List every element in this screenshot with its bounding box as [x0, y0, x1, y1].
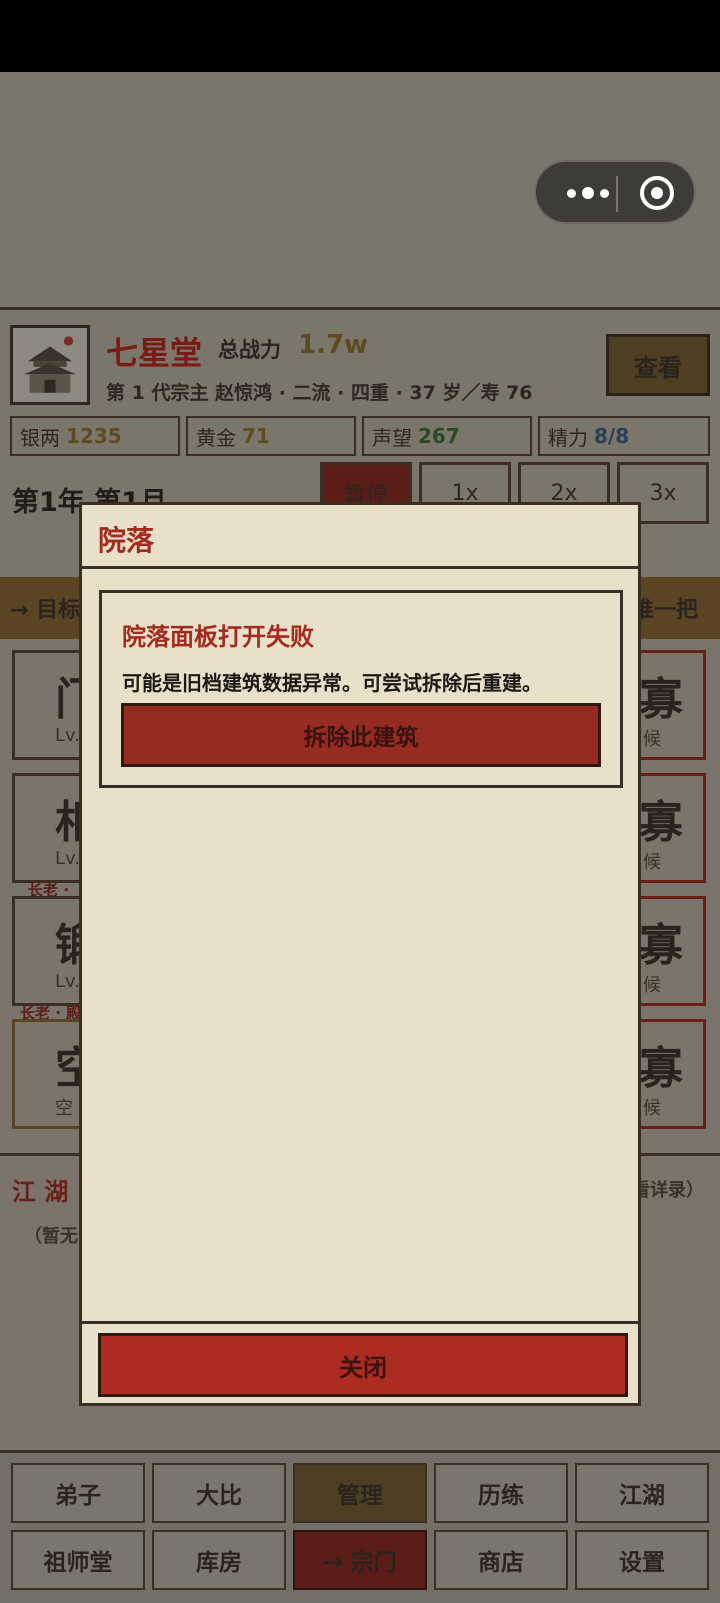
resource-gold: 黄金 71 [186, 416, 356, 456]
building-sub: 候 [643, 975, 661, 996]
error-message: 可能是旧档建筑数据异常。可尝试拆除后重建。 [122, 671, 542, 695]
leader-info: 第 1 代宗主 赵惊鸿 · 二流 · 四重 · 37 岁／寿 76 [106, 382, 533, 404]
building-level: 空 [55, 1098, 73, 1119]
sect-name: 七星堂 [106, 334, 203, 372]
nav-manage[interactable]: 管理 [293, 1463, 427, 1523]
building-char: 寡 [639, 797, 683, 848]
demolish-button[interactable]: 拆除此建筑 [121, 703, 601, 767]
resource-value: 8/8 [594, 424, 630, 448]
status-bar [0, 0, 720, 72]
sect-avatar [10, 325, 90, 405]
total-power-value: 1.7w [298, 330, 369, 360]
modal-footer-divider [82, 1321, 638, 1324]
nav-tournament[interactable]: 大比 [152, 1463, 286, 1523]
nav-sect[interactable]: → 宗门 [293, 1530, 427, 1590]
resource-value: 267 [418, 424, 460, 448]
temple-image-icon [13, 328, 87, 402]
nav-training[interactable]: 历练 [434, 1463, 568, 1523]
resource-value: 1235 [66, 424, 122, 448]
nav-ancestral-hall[interactable]: 祖师堂 [11, 1530, 145, 1590]
view-button[interactable]: 查看 [606, 334, 710, 396]
modal-header: 院落 [82, 505, 638, 569]
building-level: Lv. [55, 971, 81, 992]
close-button[interactable]: 关闭 [98, 1333, 628, 1397]
resource-prestige: 声望 267 [362, 416, 532, 456]
resource-label: 精力 [548, 425, 588, 450]
error-title: 院落面板打开失败 [122, 623, 314, 651]
error-box: 院落面板打开失败 可能是旧档建筑数据异常。可尝试拆除后重建。 拆除此建筑 [99, 590, 623, 788]
resource-value: 71 [242, 424, 270, 448]
nav-warehouse[interactable]: 库房 [152, 1530, 286, 1590]
goal-push-text: 推一把 [631, 598, 698, 623]
nav-shop[interactable]: 商店 [434, 1530, 568, 1590]
target-circle-icon[interactable] [640, 176, 674, 210]
resource-energy: 精力 8/8 [538, 416, 710, 456]
resource-label: 声望 [372, 425, 412, 450]
total-power-label: 总战力 [218, 338, 281, 362]
building-char: 寡 [639, 920, 683, 971]
resource-label: 银两 [20, 425, 60, 450]
nav-settings[interactable]: 设置 [575, 1530, 709, 1590]
more-dots-icon[interactable] [558, 176, 618, 210]
building-char: 寡 [639, 1043, 683, 1094]
building-char: 寡 [639, 674, 683, 725]
building-sub: 候 [643, 852, 661, 873]
building-level: Lv. [55, 725, 81, 746]
jianghu-title: 江 湖 [12, 1178, 69, 1206]
capsule-divider [616, 176, 618, 212]
mini-program-capsule [534, 160, 696, 224]
goal-text: → 目标 [10, 598, 81, 623]
courtyard-modal: 院落 院落面板打开失败 可能是旧档建筑数据异常。可尝试拆除后重建。 拆除此建筑 … [79, 502, 641, 1406]
nav-disciples[interactable]: 弟子 [11, 1463, 145, 1523]
modal-title: 院落 [98, 524, 155, 557]
bottom-nav: 弟子 大比 管理 历练 江湖 祖师堂 库房 → 宗门 商店 设置 [0, 1450, 720, 1603]
resource-label: 黄金 [196, 425, 236, 450]
nav-jianghu[interactable]: 江湖 [575, 1463, 709, 1523]
jianghu-empty-text: （暂无 [24, 1226, 78, 1247]
building-sub: 候 [643, 1098, 661, 1119]
resource-silver: 银两 1235 [10, 416, 180, 456]
building-level: Lv. [55, 848, 81, 869]
building-sub: 候 [643, 729, 661, 750]
jianghu-detail-link[interactable]: 看详录） [632, 1176, 704, 1202]
